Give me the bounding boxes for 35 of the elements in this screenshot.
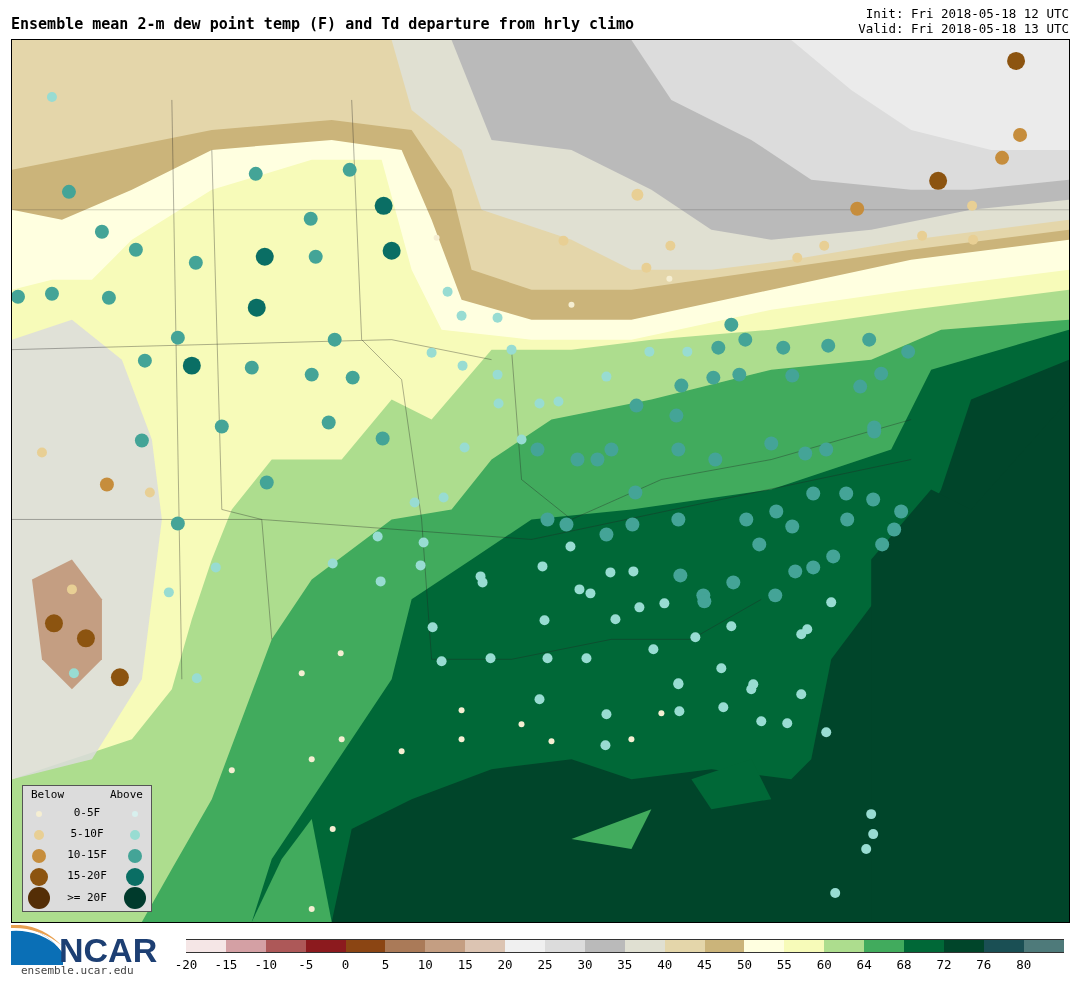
logo-wordmark: NCAR	[59, 935, 158, 965]
logo-arc-icon	[11, 925, 63, 965]
legend-label: 0-5F	[72, 805, 102, 822]
colorbar-label: 35	[617, 958, 633, 972]
colorbar-label: -20	[174, 958, 198, 972]
legend-heading: Below	[31, 786, 65, 803]
colorbar-label: 80	[1016, 958, 1032, 972]
colorbar-label: 55	[776, 958, 792, 972]
legend-label: 15-20F	[66, 868, 108, 885]
legend-label: >= 20F	[66, 889, 108, 906]
colorbar-label: 76	[976, 958, 992, 972]
colorbar-label: 30	[577, 958, 593, 972]
legend-label: 5-10F	[69, 826, 105, 843]
legend-heading: Above	[109, 786, 143, 803]
init-time: Init: Fri 2018-05-18 12 UTC	[865, 6, 1069, 21]
website-url: ensemble.ucar.edu	[21, 965, 135, 977]
colorbar-label: 25	[537, 958, 553, 972]
colorbar-label: 0	[341, 958, 350, 972]
colorbar-label: 68	[896, 958, 912, 972]
chart-title: Ensemble mean 2-m dew point temp (F) and Td departure from hrly climo	[11, 14, 635, 35]
colorbar-label: 10	[417, 958, 433, 972]
colorbar-label: 5	[381, 958, 390, 972]
colorbar-label: -10	[254, 958, 278, 972]
colorbar-label: 50	[736, 958, 752, 972]
colorbar-label: 40	[657, 958, 673, 972]
colorbar-label: 60	[816, 958, 832, 972]
colorbar-label: -5	[298, 958, 314, 972]
colorbar-label: 45	[697, 958, 713, 972]
colorbar-label: -15	[214, 958, 238, 972]
colorbar-label: 64	[856, 958, 872, 972]
colorbar-label: 20	[497, 958, 513, 972]
valid-time: Valid: Fri 2018-05-18 13 UTC	[858, 21, 1069, 36]
colorbar-label: 72	[936, 958, 952, 972]
colorbar-label: 15	[457, 958, 473, 972]
legend-label: 10-15F	[66, 847, 108, 864]
